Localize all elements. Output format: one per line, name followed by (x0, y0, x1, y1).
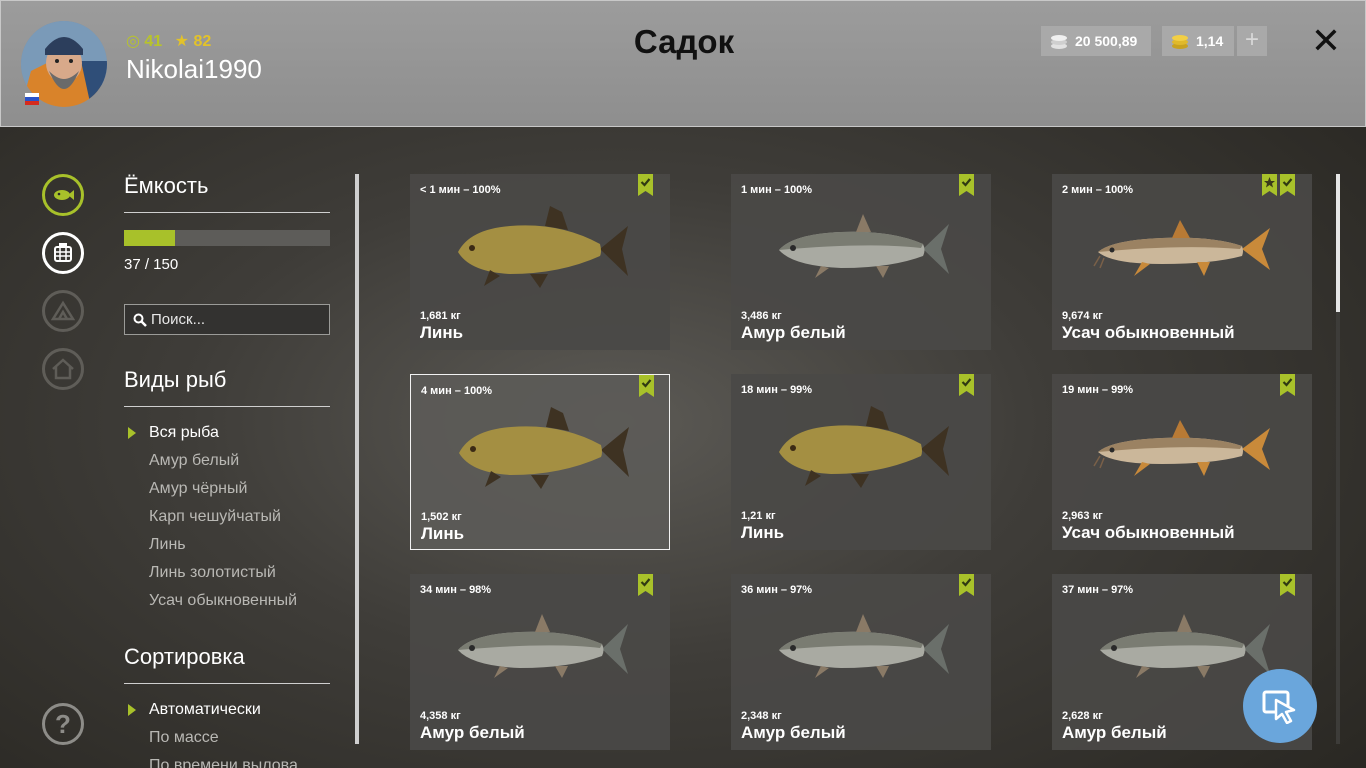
gold-value: 1,14 (1196, 33, 1224, 49)
fish-weight: 1,502 кг (421, 511, 462, 523)
sort-title: Сортировка (124, 644, 245, 669)
fish-weight: 4,358 кг (420, 710, 461, 722)
keep-bookmark-icon[interactable] (959, 574, 974, 596)
keep-bookmark-icon[interactable] (1280, 374, 1295, 396)
keep-bookmark-icon[interactable] (638, 574, 653, 596)
sort-item-auto[interactable]: Автоматически (149, 701, 298, 729)
add-currency-button[interactable]: + (1237, 26, 1267, 56)
catch-time: 34 мин – 98% (420, 584, 492, 596)
keep-bookmark-icon[interactable] (1280, 574, 1295, 596)
cursor-icon (1262, 690, 1296, 724)
species-item[interactable]: Карп чешуйчатый (149, 508, 297, 536)
barbel-fish-image (1092, 204, 1272, 294)
tench-fish-image (451, 405, 631, 495)
fish-name: Линь (420, 323, 464, 342)
help-button[interactable]: ? (42, 703, 84, 745)
catch-time: 1 мин – 100% (741, 184, 813, 196)
species-item[interactable]: Линь (149, 536, 297, 564)
search-icon (133, 313, 147, 327)
silver-coins-icon (1051, 35, 1067, 49)
capacity-text: 37 / 150 (124, 256, 179, 273)
sort-item[interactable]: По массе (149, 729, 298, 757)
keepnet-tab-icon[interactable] (42, 232, 84, 274)
catch-time: 37 мин – 97% (1062, 584, 1134, 596)
fish-weight: 2,348 кг (741, 710, 782, 722)
capacity-bar-fill (124, 230, 175, 246)
divider (124, 406, 330, 407)
fish-name: Усач обыкновенный (1062, 323, 1235, 342)
keep-bookmark-icon[interactable] (639, 375, 654, 397)
capacity-bar (124, 230, 330, 246)
fish-card[interactable]: 4 мин – 100% 1,502 кг Линь (410, 374, 670, 550)
fish-card[interactable]: 1 мин – 100% 3,486 кг Амур белый (731, 174, 991, 350)
capacity-title: Ёмкость (124, 173, 209, 198)
catch-time: 4 мин – 100% (421, 385, 493, 397)
silver-value: 20 500,89 (1075, 33, 1138, 49)
top-bar: ◎ 41 ★ 82 Nikolai1990 Садок 20 500,89 1,… (0, 0, 1366, 127)
selected-arrow-icon (128, 427, 136, 439)
fish-card[interactable]: 18 мин – 99% 1,21 кг Линь (731, 374, 991, 550)
fish-weight: 3,486 кг (741, 310, 782, 322)
fish-tab-icon[interactable] (42, 174, 84, 216)
species-item[interactable]: Амур чёрный (149, 480, 297, 508)
fish-name: Амур белый (741, 323, 846, 342)
camp-tab-icon[interactable] (42, 290, 84, 332)
grid-scrollbar-thumb[interactable] (1336, 174, 1340, 312)
fish-card[interactable]: 34 мин – 98% 4,358 кг Амур белый (410, 574, 670, 750)
fish-card[interactable]: 36 мин – 97% 2,348 кг Амур белый (731, 574, 991, 750)
fish-name: Амур белый (741, 723, 846, 742)
fish-weight: 1,21 кг (741, 510, 776, 522)
catch-time: 36 мин – 97% (741, 584, 813, 596)
filter-scrollbar[interactable] (355, 174, 359, 744)
gold-balance: 1,14 (1162, 26, 1234, 56)
catch-time: 2 мин – 100% (1062, 184, 1134, 196)
species-item-all[interactable]: Вся рыба (149, 424, 297, 452)
catch-time: 18 мин – 99% (741, 384, 813, 396)
fish-name: Амур белый (420, 723, 525, 742)
gold-coins-icon (1172, 35, 1188, 49)
divider (124, 683, 330, 684)
trophy-star-bookmark-icon (1262, 174, 1277, 196)
carp-fish-image (1092, 604, 1272, 694)
tench-fish-image (771, 404, 951, 494)
species-item[interactable]: Линь золотистый (149, 564, 297, 592)
catch-time: 19 мин – 99% (1062, 384, 1134, 396)
keep-bookmark-icon[interactable] (959, 374, 974, 396)
keep-bookmark-icon[interactable] (959, 174, 974, 196)
russia-flag-icon (25, 93, 39, 105)
species-title: Виды рыб (124, 367, 227, 392)
fish-card[interactable]: 2 мин – 100% 9,674 кг Усач обыкновенный (1052, 174, 1312, 350)
carp-fish-image (450, 604, 630, 694)
close-button[interactable]: ✕ (1309, 23, 1343, 59)
fish-name: Линь (741, 523, 785, 542)
fish-card[interactable]: < 1 мин – 100% 1,681 кг Линь (410, 174, 670, 350)
selected-arrow-icon (128, 704, 136, 716)
carp-fish-image (771, 204, 951, 294)
divider (124, 212, 330, 213)
carp-fish-image (771, 604, 951, 694)
species-item[interactable]: Усач обыкновенный (149, 592, 297, 620)
fish-weight: 1,681 кг (420, 310, 461, 322)
search-field[interactable] (124, 304, 330, 335)
fish-name: Линь (421, 524, 465, 543)
fish-name: Усач обыкновенный (1062, 523, 1235, 542)
silver-balance: 20 500,89 (1041, 26, 1151, 56)
species-item[interactable]: Амур белый (149, 452, 297, 480)
home-tab-icon[interactable] (42, 348, 84, 390)
fish-card[interactable]: 19 мин – 99% 2,963 кг Усач обыкновенный (1052, 374, 1312, 550)
species-list: Вся рыба Амур белый Амур чёрный Карп чеш… (149, 424, 297, 620)
tench-fish-image (450, 204, 630, 294)
sort-item[interactable]: По времени вылова (149, 757, 298, 768)
sort-list: Автоматически По массе По времени вылова (149, 701, 298, 768)
fish-weight: 2,628 кг (1062, 710, 1103, 722)
keep-bookmark-icon[interactable] (638, 174, 653, 196)
cursor-mode-button[interactable] (1243, 669, 1317, 743)
fish-weight: 2,963 кг (1062, 510, 1103, 522)
search-input[interactable] (151, 311, 321, 328)
catch-time: < 1 мин – 100% (420, 184, 501, 196)
fish-name: Амур белый (1062, 723, 1167, 742)
keep-bookmark-icon[interactable] (1280, 174, 1295, 196)
barbel-fish-image (1092, 404, 1272, 494)
fish-weight: 9,674 кг (1062, 310, 1103, 322)
